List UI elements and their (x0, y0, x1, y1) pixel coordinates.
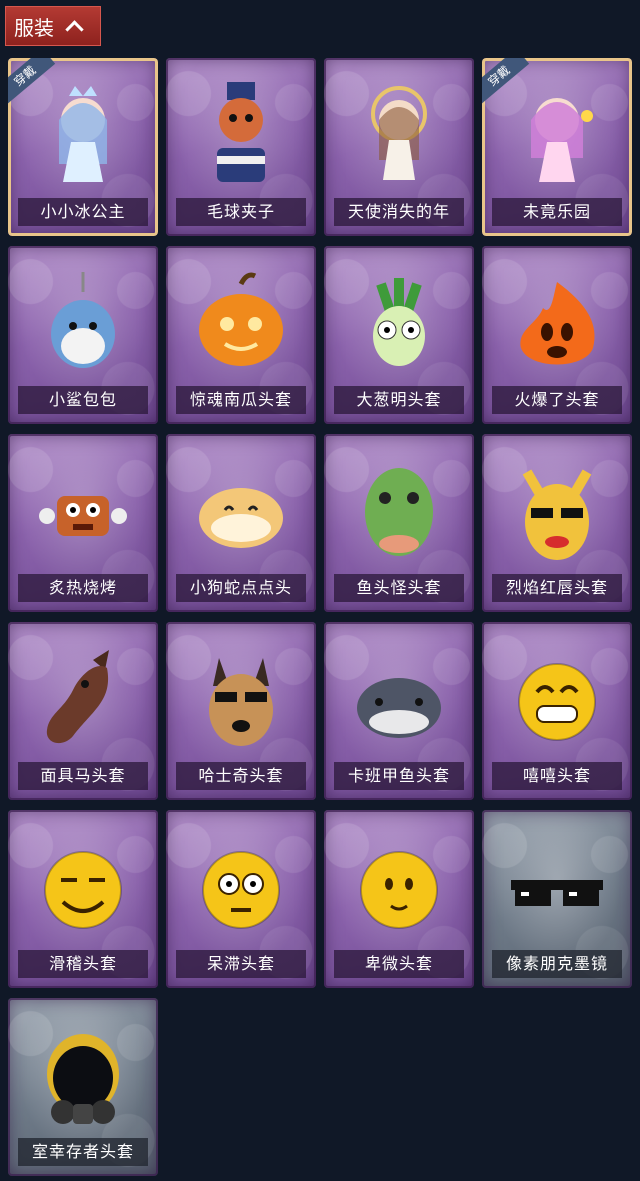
outfit-name: 小狗蛇点点头 (176, 574, 306, 602)
outfit-card[interactable]: 小鲨包包 (8, 246, 158, 424)
outfit-card[interactable]: 大葱明头套 (324, 246, 474, 424)
funny-emoji-icon (44, 851, 122, 929)
outfit-grid: 穿戴 小小冰公主 毛球夹子 天使消失的年 穿戴 未竟乐园小鲨包包 惊魂南瓜头套 大葱明头套 火爆… (0, 0, 640, 1181)
pumpkin-head-icon (199, 272, 283, 366)
outfit-name: 像素朋克墨镜 (492, 950, 622, 978)
outfit-card[interactable]: 小狗蛇点点头 (166, 434, 316, 612)
bbq-meat-icon (39, 496, 127, 536)
dazed-emoji-icon (202, 851, 280, 929)
outfit-card[interactable]: 穿戴 小小冰公主 (8, 58, 158, 236)
outfit-name: 面具马头套 (18, 762, 148, 790)
shark-bag-icon (51, 272, 115, 368)
outfit-card[interactable]: 室幸存者头套 (8, 998, 158, 1176)
outfit-name: 火爆了头套 (492, 386, 622, 414)
scallion-head-icon (373, 278, 425, 366)
outfit-card[interactable]: 惊魂南瓜头套 (166, 246, 316, 424)
outfit-name: 呆滞头套 (176, 950, 306, 978)
husky-head-icon (209, 658, 273, 746)
outfit-name: 毛球夹子 (176, 198, 306, 226)
outfit-name: 嘻嘻头套 (492, 762, 622, 790)
outfit-card[interactable]: 面具马头套 (8, 622, 158, 800)
outfit-card[interactable]: 鱼头怪头套 (324, 434, 474, 612)
outfit-name: 鱼头怪头套 (334, 574, 464, 602)
outfit-card[interactable]: 嘻嘻头套 (482, 622, 632, 800)
outfit-name: 天使消失的年 (334, 198, 464, 226)
humble-emoji-icon (360, 851, 438, 929)
outfit-card[interactable]: 烈焰红唇头套 (482, 434, 632, 612)
outfit-name: 小小冰公主 (18, 198, 148, 226)
outfit-name: 卡班甲鱼头套 (334, 762, 464, 790)
outfit-name: 未竟乐园 (492, 198, 622, 226)
outfit-card[interactable]: 卑微头套 (324, 810, 474, 988)
outfit-card[interactable]: 毛球夹子 (166, 58, 316, 236)
angel-doll-icon (371, 86, 427, 180)
outfit-name: 惊魂南瓜头套 (176, 386, 306, 414)
gas-mask-helmet-icon (47, 1034, 119, 1124)
outfit-name: 大葱明头套 (334, 386, 464, 414)
outfit-name: 烈焰红唇头套 (492, 574, 622, 602)
grin-emoji-icon (518, 663, 596, 741)
outfit-name: 炙热烧烤 (18, 574, 148, 602)
outfit-card[interactable]: 哈士奇头套 (166, 622, 316, 800)
outfit-card[interactable]: 卡班甲鱼头套 (324, 622, 474, 800)
outfit-card[interactable]: 滑稽头套 (8, 810, 158, 988)
horse-head-icon (46, 650, 109, 744)
raccoon-drummer-icon (217, 82, 265, 182)
yellow-mask-icon (522, 469, 592, 560)
fire-head-icon (520, 282, 595, 365)
outfit-name: 哈士奇头套 (176, 762, 306, 790)
outfit-name: 滑稽头套 (18, 950, 148, 978)
outfit-card[interactable]: 像素朋克墨镜 (482, 810, 632, 988)
outfit-card[interactable]: 炙热烧烤 (8, 434, 158, 612)
outfit-name: 室幸存者头套 (18, 1138, 148, 1166)
outfit-card[interactable]: 火爆了头套 (482, 246, 632, 424)
outfit-name: 小鲨包包 (18, 386, 148, 414)
fish-dome-icon (357, 678, 441, 738)
outfit-card[interactable]: 穿戴 未竟乐园 (482, 58, 632, 236)
fish-head-icon (365, 468, 433, 556)
outfit-card[interactable]: 天使消失的年 (324, 58, 474, 236)
pixel-sunglasses-icon (511, 880, 603, 906)
ice-princess-icon (59, 86, 107, 182)
candy-girl-icon (531, 98, 593, 182)
dog-snake-icon (199, 488, 283, 548)
outfit-name: 卑微头套 (334, 950, 464, 978)
outfit-card[interactable]: 呆滞头套 (166, 810, 316, 988)
